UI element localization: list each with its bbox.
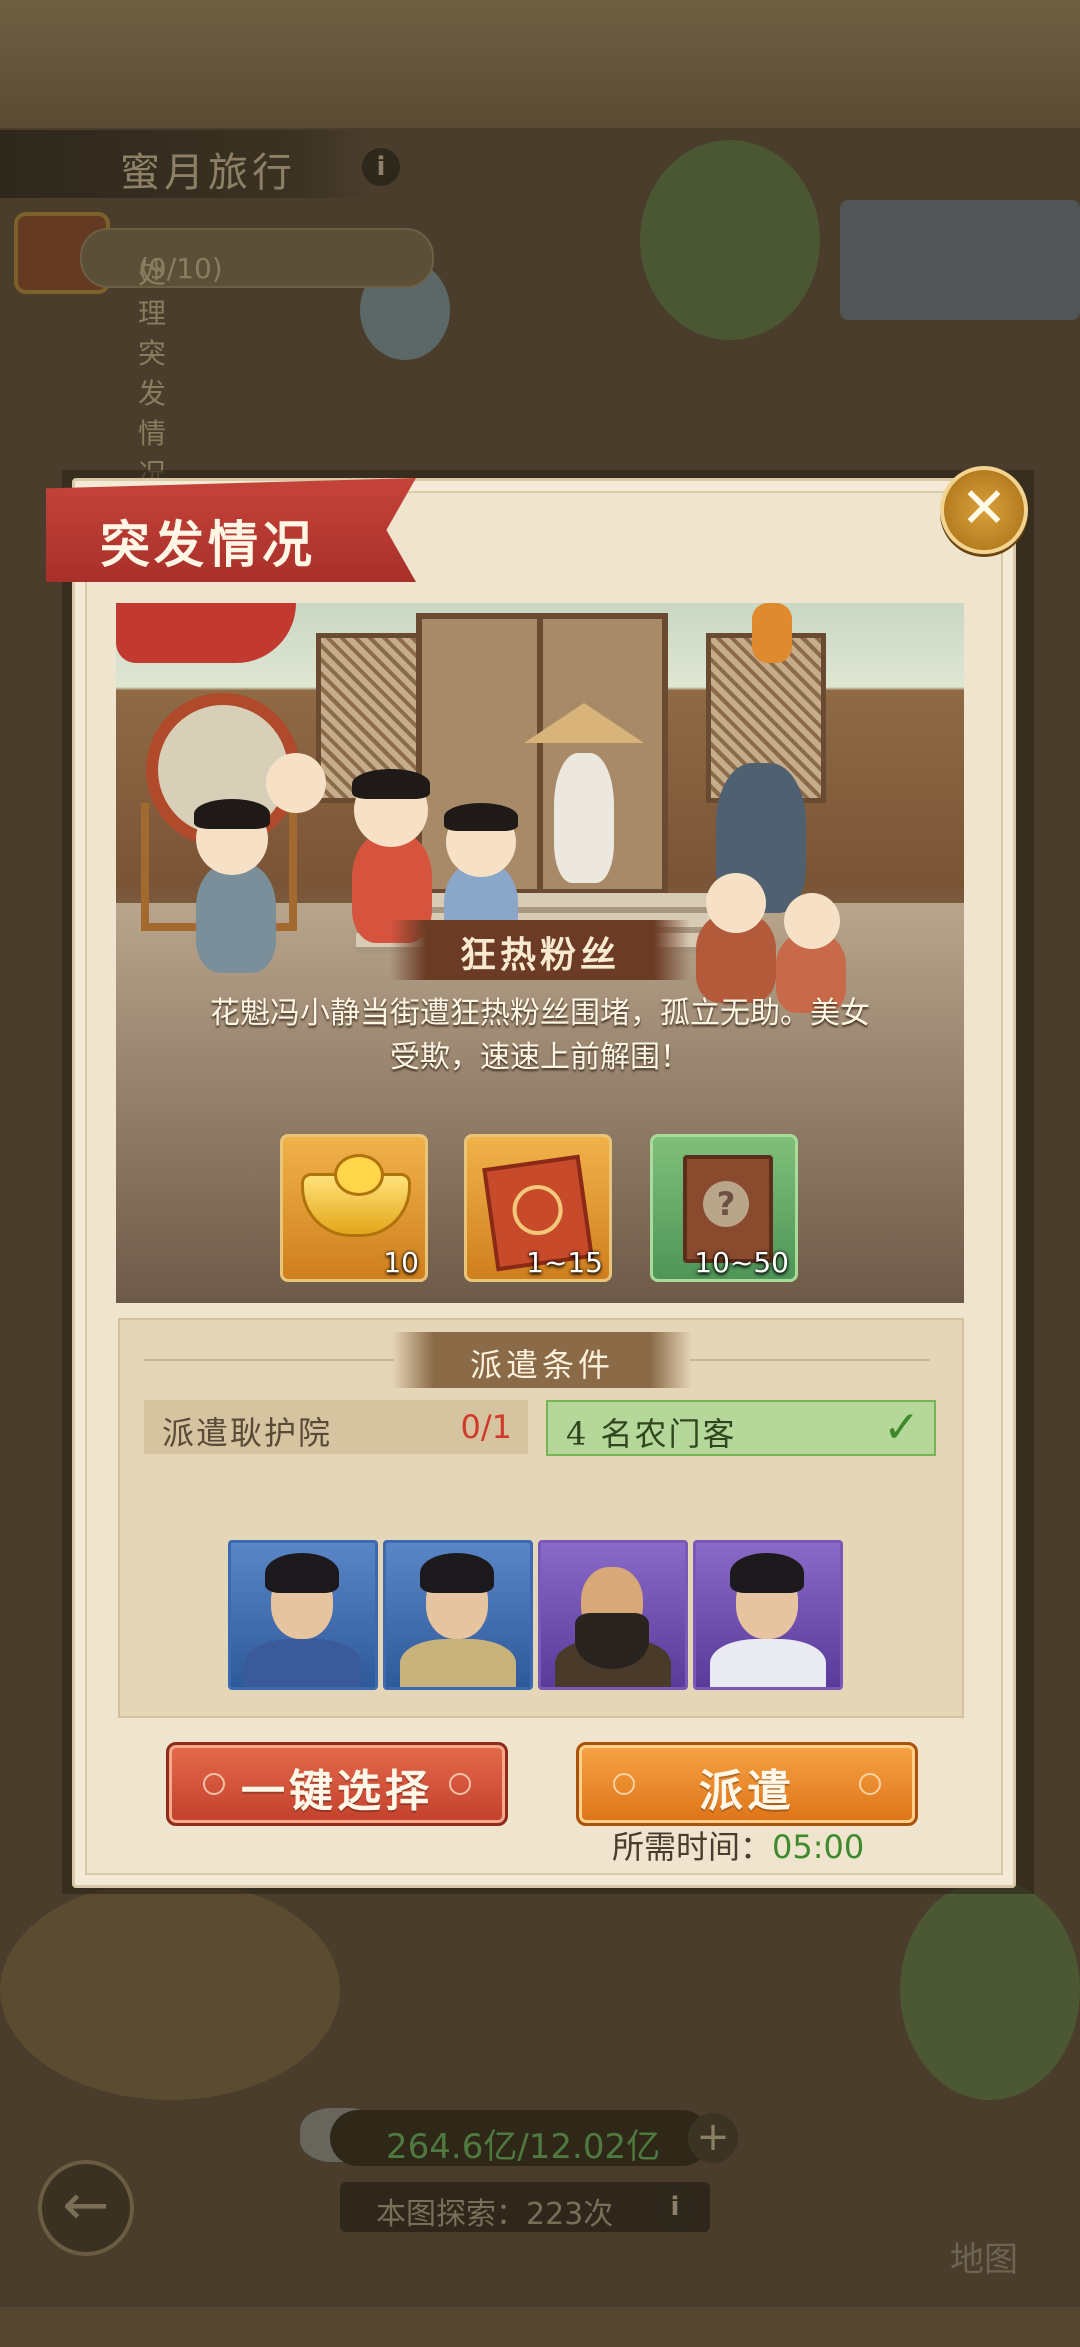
resource-bar: 264.6亿/12.02亿 — [330, 2110, 710, 2167]
fan-figure-1 — [196, 863, 276, 973]
required-time: 所需时间：05:00 — [612, 1822, 864, 1868]
reward-item-gold[interactable]: 10 — [280, 1134, 428, 1282]
palm-tree — [640, 140, 820, 340]
map-button[interactable]: 地图 — [950, 2232, 1018, 2281]
condition-farmers-label: 4 名农门客 — [566, 1415, 737, 1453]
tree-decor — [900, 1880, 1080, 2100]
condition-guard-count: 0/1 — [460, 1408, 513, 1446]
divider-left — [144, 1359, 394, 1361]
reward-item-book[interactable]: ? 10~50 — [650, 1134, 798, 1282]
hero-body — [400, 1639, 516, 1687]
dispatch-button[interactable]: 派遣 — [576, 1742, 918, 1826]
fan-head-5 — [706, 873, 766, 933]
event-title-bar: 蜜月旅行 — [0, 130, 370, 198]
red-curtain — [116, 603, 296, 663]
add-resource-button[interactable]: + — [688, 2113, 738, 2163]
hero-beard — [575, 1613, 649, 1669]
gold-ingot-icon — [301, 1154, 411, 1237]
lantern — [752, 603, 792, 663]
fan-hair-2 — [352, 769, 430, 799]
hero-hair — [730, 1553, 804, 1593]
event-title: 蜜月旅行 — [120, 150, 296, 196]
baby-head — [266, 753, 326, 813]
hero-body — [710, 1639, 826, 1687]
auto-select-button[interactable]: 一键选择 — [166, 1742, 508, 1826]
reward-count: 1~15 — [526, 1246, 603, 1279]
reward-count: 10~50 — [694, 1246, 789, 1279]
button-ornament-left — [203, 1773, 225, 1795]
hero-portrait-3[interactable] — [538, 1540, 688, 1690]
top-decor-band — [0, 0, 1080, 128]
dialog-title: 突发情况 — [100, 515, 316, 574]
event-name: 狂热粉丝 — [459, 934, 620, 976]
explore-count-bar: 本图探索：223次 — [340, 2182, 710, 2232]
task-progress: (9/10) — [138, 252, 223, 285]
button-ornament-left — [613, 1773, 635, 1795]
reward-count: 10 — [383, 1246, 419, 1279]
condition-guard: 派遣耿护院 0/1 — [144, 1400, 528, 1454]
task-label: 处理突发情况 — [138, 257, 167, 490]
fan-hair-1 — [194, 799, 270, 829]
fan-hair-3 — [444, 803, 518, 831]
stall-awning — [840, 200, 1080, 320]
divider-right — [690, 1359, 930, 1361]
condition-farmers: 4 名农门客 ✓ — [546, 1400, 936, 1456]
hero-body — [245, 1639, 361, 1687]
explore-info-icon[interactable]: i — [656, 2188, 694, 2226]
event-desc-line1: 花魁冯小静当街遭狂热粉丝围堵，孤立无助。美女 — [210, 996, 870, 1031]
time-label: 所需时间： — [612, 1828, 773, 1866]
task-progress-pill[interactable]: 处理突发情况 (9/10) — [80, 228, 434, 490]
checkmark-icon: ✓ — [883, 1402, 920, 1453]
event-description: 花魁冯小静当街遭狂热粉丝围堵，孤立无助。美女 受欺，速速上前解围！ — [150, 992, 930, 1080]
hero-portrait-2[interactable] — [383, 1540, 533, 1690]
hut-building — [0, 1880, 340, 2100]
conditions-title-tag: 派遣条件 — [392, 1332, 692, 1388]
button-ornament-right — [449, 1773, 471, 1795]
reward-item-scroll[interactable]: 1~15 — [464, 1134, 612, 1282]
event-name-tag: 狂热粉丝 — [390, 920, 690, 980]
info-icon[interactable]: i — [362, 148, 400, 186]
button-ornament-right — [859, 1773, 881, 1795]
conditions-title: 派遣条件 — [469, 1346, 614, 1384]
fan-head-6 — [784, 893, 840, 949]
woman-figure — [554, 753, 614, 883]
hero-portrait-1[interactable] — [228, 1540, 378, 1690]
hero-hair — [265, 1553, 339, 1593]
close-button[interactable]: ✕ — [940, 466, 1028, 554]
hero-portrait-4[interactable] — [693, 1540, 843, 1690]
back-arrow-icon[interactable]: ← — [38, 2160, 134, 2256]
hero-hair — [420, 1553, 494, 1593]
close-icon: ✕ — [960, 476, 1008, 541]
time-value: 05:00 — [772, 1828, 865, 1866]
event-desc-line2: 受欺，速速上前解围！ — [390, 1040, 690, 1075]
condition-guard-label: 派遣耿护院 — [162, 1414, 333, 1452]
resource-value: 264.6亿/12.02亿 — [386, 2127, 661, 2167]
explore-count: 本图探索：223次 — [376, 2197, 614, 2232]
bottom-decor-band — [0, 2307, 1080, 2347]
